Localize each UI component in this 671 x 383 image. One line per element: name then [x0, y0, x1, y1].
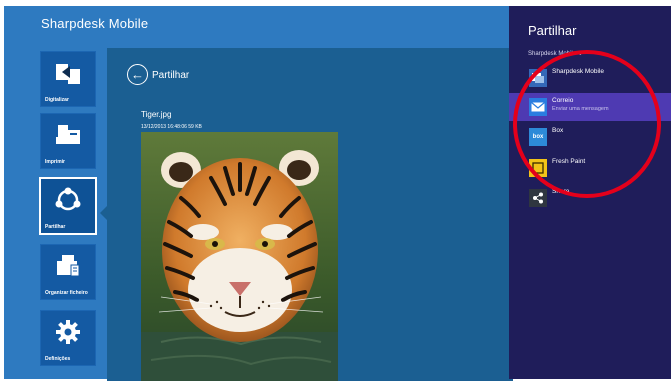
back-button[interactable]: ← [127, 64, 148, 85]
share-panel-title: Partilhar [528, 23, 577, 38]
nav-tile-organize[interactable]: Organizar ficheiro [40, 244, 96, 300]
printer-icon [56, 125, 80, 144]
nav-tile-scan[interactable]: Digitalizar [40, 51, 96, 107]
image-preview [141, 132, 338, 381]
app-title: Sharpdesk Mobile [41, 16, 149, 31]
tiger-photo [141, 132, 338, 381]
nav-tile-print[interactable]: Imprimir [40, 113, 96, 169]
nav-tile-label: Imprimir [45, 159, 66, 165]
selection-pointer [100, 206, 107, 220]
share-icon [55, 187, 81, 211]
scanner-icon [56, 64, 80, 84]
nav-tile-label: Digitalizar [45, 97, 69, 103]
annotation-circle [513, 50, 661, 198]
folder-icon [57, 255, 80, 277]
nav-tile-label: Partilhar [45, 224, 66, 230]
app-window: Sharpdesk Mobile Digitalizar Imprimir Pa… [4, 6, 513, 381]
nav-tile-settings[interactable]: Definições [40, 310, 96, 366]
share-page: ← Partilhar Tiger.jpg 13/12/2013 16:48:0… [107, 48, 513, 381]
nav-tile-label: Organizar ficheiro [45, 290, 88, 296]
arrow-left-icon: ← [131, 67, 144, 82]
page-title: Partilhar [152, 70, 190, 81]
nav-tile-label: Definições [45, 356, 71, 362]
gear-icon [56, 320, 80, 344]
file-meta: 13/12/2013 16:48:06 59 KB [141, 124, 202, 130]
share-app-icon [529, 189, 547, 207]
nav-tile-share[interactable]: Partilhar [39, 177, 97, 235]
file-name: Tiger.jpg [141, 110, 172, 119]
